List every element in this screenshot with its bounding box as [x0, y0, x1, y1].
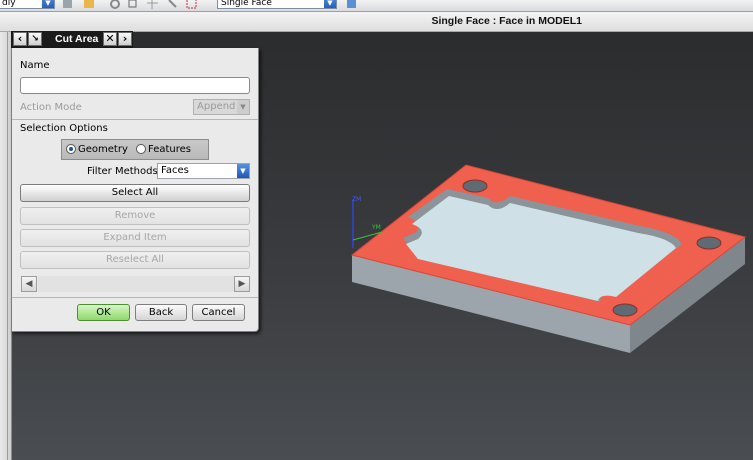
divider	[12, 297, 258, 298]
ym-label: YM	[371, 224, 381, 231]
scroll-right-icon[interactable]: ▶	[234, 276, 250, 292]
expand-item-button[interactable]: Expand Item	[20, 229, 250, 247]
cancel-button[interactable]: Cancel	[192, 304, 245, 321]
filter-methods-label: Filter Methods	[87, 166, 158, 177]
hole-top-left	[462, 179, 488, 193]
filter-methods-combo[interactable]: Faces ▼	[157, 163, 250, 179]
chevron-down-icon: ▼	[237, 100, 249, 114]
divider	[12, 119, 258, 120]
name-input[interactable]	[20, 77, 250, 94]
radio-features[interactable]: Features	[136, 144, 191, 155]
radio-geometry-label: Geometry	[78, 144, 128, 155]
action-mode-combo[interactable]: Append ▼	[193, 99, 250, 115]
selection-type-group: Geometry Features	[61, 139, 209, 160]
chevron-right-icon[interactable]: ›	[118, 32, 132, 46]
remove-button[interactable]: Remove	[20, 207, 250, 225]
zm-label: ZM	[352, 196, 361, 203]
close-icon[interactable]: ✕	[103, 32, 117, 46]
select-all-button[interactable]: Select All	[20, 184, 250, 202]
radio-features-label: Features	[148, 144, 191, 155]
selection-options-label: Selection Options	[20, 123, 108, 134]
ok-button[interactable]: OK	[77, 304, 130, 321]
chevron-down-icon: ▼	[237, 164, 249, 178]
action-mode-value: Append	[197, 101, 236, 112]
cut-area-dialog: Name Action Mode Append ▼ Selection Opti…	[11, 48, 259, 332]
radio-selected-icon	[66, 144, 76, 154]
radio-unselected-icon	[136, 144, 146, 154]
dialog-title: Cut Area	[55, 33, 99, 45]
hole-bottom	[612, 303, 638, 317]
scroll-left-icon[interactable]: ◀	[21, 276, 37, 292]
name-label: Name	[20, 60, 50, 71]
pin-icon[interactable]: ↘	[28, 32, 42, 46]
chevron-left-icon[interactable]: ‹	[13, 32, 27, 46]
radio-geometry[interactable]: Geometry	[66, 144, 128, 155]
action-mode-label: Action Mode	[20, 102, 82, 113]
dialog-tab: ‹ ↘ Cut Area ✕ ›	[11, 31, 133, 48]
reselect-all-button[interactable]: Reselect All	[20, 251, 250, 269]
back-button[interactable]: Back	[135, 304, 187, 321]
hole-right	[696, 236, 722, 250]
filter-methods-value: Faces	[161, 165, 189, 176]
scroll-track[interactable]	[38, 276, 234, 292]
